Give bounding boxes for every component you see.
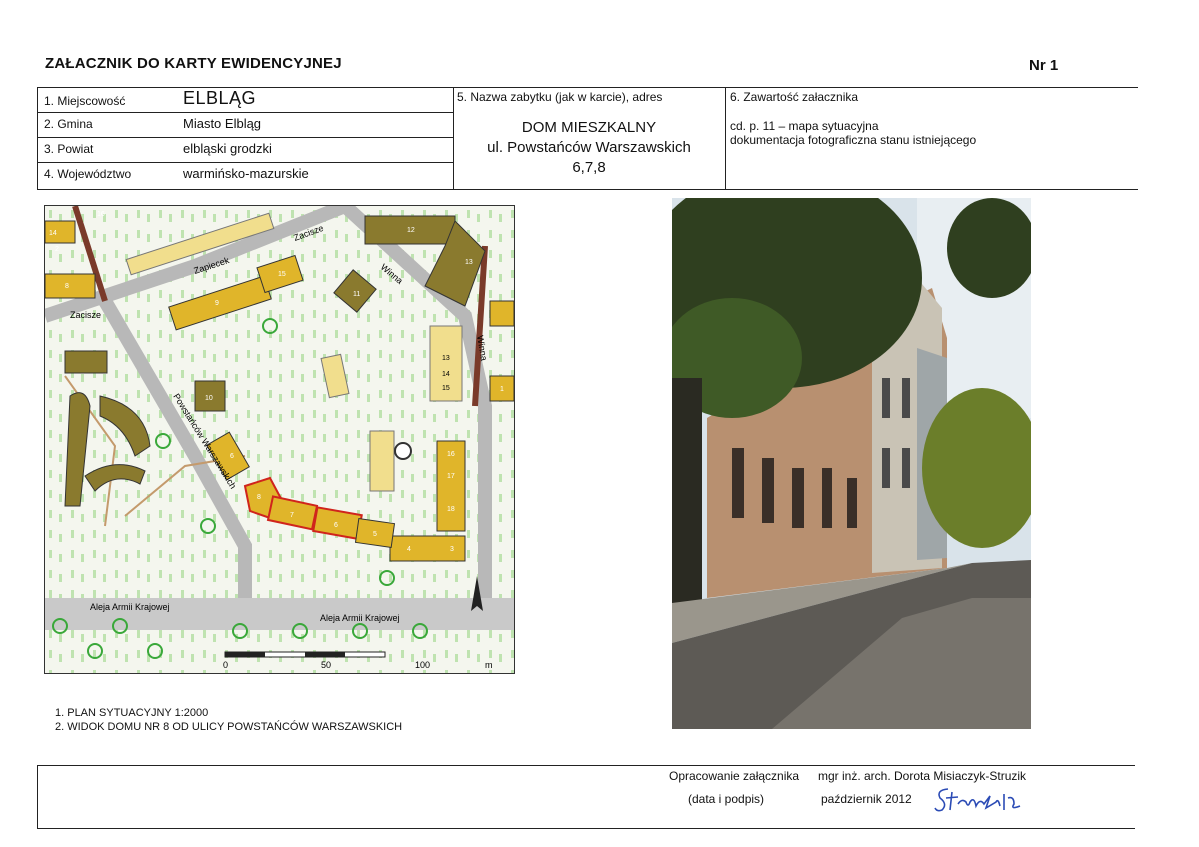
monument-street: ul. Powstańców Warszawskich (487, 139, 691, 156)
window (792, 468, 804, 528)
building-number: 4 (407, 546, 411, 553)
gmina-label: 2. Gmina (44, 117, 93, 131)
building-number: 6 (334, 522, 338, 529)
building (489, 300, 514, 327)
house-photo (672, 198, 1031, 729)
building-number: 13 (465, 259, 473, 266)
building-number: 13 (442, 355, 450, 362)
building-number: 12 (407, 227, 415, 234)
building-number: 16 (97, 211, 105, 218)
street-label: Aleja Armii Krajowej (320, 613, 400, 623)
monument-numbers: 6,7,8 (572, 159, 606, 176)
map-drawing: 0 50 100 m Zacisze Zacisze Zapiecek Winn… (45, 206, 514, 673)
scale-bar-segment (225, 652, 265, 657)
caption-1: 1. PLAN SYTUACYJNY 1:2000 (55, 707, 209, 719)
wojewodztwo-value: warmińsko-mazurskie (183, 166, 309, 181)
building-number: 6 (230, 453, 234, 460)
building-number: 16 (447, 451, 455, 458)
building-number: 8 (65, 283, 69, 290)
table-left-border (37, 87, 38, 189)
column-divider (453, 87, 454, 189)
scale-label: 50 (321, 660, 331, 670)
contents-line-1: cd. p. 11 – mapa sytuacyjna (730, 119, 879, 133)
building-number: 18 (447, 506, 455, 513)
handwritten-signature (934, 784, 1029, 820)
miejscowosc-label: 1. Miejscowość (44, 94, 126, 108)
building-number: 11 (353, 291, 360, 298)
monument-label: 5. Nazwa zabytku (jak w karcie), adres (457, 90, 663, 104)
scale-label: 100 (415, 660, 430, 670)
document-title: ZAŁACZNIK DO KARTY EWIDENCYJNEJ (45, 55, 342, 72)
window (882, 378, 890, 418)
wojewodztwo-label: 4. Województwo (44, 167, 132, 181)
situation-map: 0 50 100 m Zacisze Zacisze Zapiecek Winn… (44, 205, 515, 674)
window (882, 448, 890, 488)
powiat-value: elbląski grodzki (183, 141, 272, 156)
building-number: 5 (373, 531, 377, 538)
row-divider (37, 112, 453, 113)
document-number: Nr 1 (1029, 57, 1059, 74)
footer-left-border (37, 765, 38, 828)
window (822, 468, 832, 528)
building-number: 15 (278, 271, 286, 278)
building-number: 9 (215, 300, 219, 307)
building-number: 17 (447, 473, 455, 480)
window (902, 378, 910, 418)
row-divider (37, 162, 453, 163)
monument-name: DOM MIESZKALNY (521, 119, 657, 136)
building (45, 273, 96, 299)
tree-trunk (672, 378, 702, 608)
building (64, 350, 108, 374)
building-number: 15 (442, 385, 450, 392)
date-signature-label: (data i podpis) (688, 792, 765, 806)
photo-drawing (672, 198, 1031, 729)
building (369, 430, 395, 492)
captions: 1. PLAN SYTUACYJNY 1:2000 2. WIDOK DOMU … (55, 706, 402, 734)
scale-bar-segment (305, 652, 345, 657)
street-label: Zacisze (70, 310, 101, 320)
gmina-value: Miasto Elbląg (183, 116, 262, 131)
row-divider (37, 137, 453, 138)
building-number: 14 (442, 371, 450, 378)
building-number: 10 (205, 395, 213, 402)
building-number: 3 (450, 546, 454, 553)
table-bottom-border (37, 189, 1138, 190)
signature-stroke (934, 788, 1021, 812)
scale-label: m (485, 660, 493, 670)
window (847, 478, 857, 528)
prepared-by-label: Opracowanie załącznika (669, 769, 800, 783)
signature-drawing (934, 788, 1021, 812)
building-number: 1 (500, 386, 504, 393)
powiat-label: 3. Powiat (44, 142, 94, 156)
caption-2: 2. WIDOK DOMU NR 8 OD ULICY POWSTAŃCÓW W… (55, 721, 403, 733)
column-divider (725, 87, 726, 189)
window (732, 448, 744, 518)
monument-symbol-icon (394, 442, 412, 460)
building-number: 14 (49, 230, 57, 237)
footer-top-border (37, 765, 1135, 766)
footer-bottom-border (37, 828, 1135, 829)
date-value: październik 2012 (821, 792, 912, 806)
contents-line-2: dokumentacja fotograficzna stanu istniej… (730, 133, 977, 147)
contents-label: 6. Zawartość załacznika (730, 90, 859, 104)
building-number: 2 (55, 246, 59, 253)
street-label: Aleja Armii Krajowej (90, 602, 170, 612)
monument-name-block: DOM MIESZKALNY ul. Powstańców Warszawski… (455, 118, 723, 178)
author-name: mgr inż. arch. Dorota Misiaczyk-Struzik (818, 769, 1027, 783)
miejscowosc-value: ELBLĄG (183, 88, 257, 108)
window (902, 448, 910, 488)
scale-label: 0 (223, 660, 228, 670)
building-number: 7 (290, 512, 294, 519)
building-number: 8 (257, 494, 261, 501)
window (762, 458, 774, 523)
